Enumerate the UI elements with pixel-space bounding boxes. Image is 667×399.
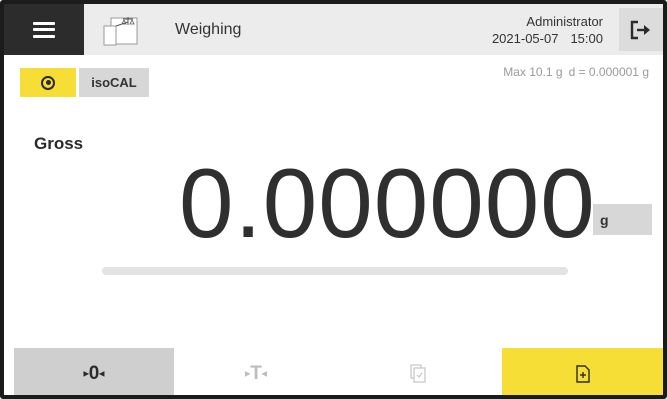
menu-button[interactable] (4, 4, 84, 55)
capacity-info: Max 10.1 g d = 0.000001 g (503, 65, 649, 79)
action-bar: ▸0◂ ▸T◂ (4, 348, 663, 395)
header-bar: Weighing Administrator 2021-05-07 15:00 (4, 4, 663, 55)
tare-icon: ▸T◂ (245, 362, 267, 384)
zero-button[interactable]: ▸0◂ (14, 348, 174, 395)
hamburger-menu-icon (33, 21, 55, 38)
capacity-max: Max 10.1 g (503, 65, 563, 79)
user-name: Administrator (526, 14, 603, 29)
user-info: Administrator 2021-05-07 15:00 (492, 13, 603, 47)
app-window: Weighing Administrator 2021-05-07 15:00 i… (0, 0, 667, 399)
readability: d = 0.000001 g (568, 65, 649, 79)
add-record-button[interactable] (502, 348, 663, 395)
copy-button[interactable] (338, 348, 498, 395)
level-button[interactable] (20, 68, 76, 97)
level-indicator-icon (41, 75, 55, 90)
scale-document-icon (103, 17, 138, 46)
datetime: 2021-05-07 15:00 (492, 30, 603, 47)
add-document-icon (575, 364, 590, 383)
capacity-bar (102, 267, 568, 275)
unit-selector[interactable]: g (593, 204, 652, 235)
zero-icon: ▸0◂ (83, 362, 105, 384)
tare-button[interactable]: ▸T◂ (176, 348, 336, 395)
copy-document-icon (410, 364, 426, 383)
gross-label: Gross (34, 134, 84, 153)
time-text: 15:00 (570, 31, 603, 46)
date-text: 2021-05-07 (491, 31, 559, 46)
iscal-button[interactable]: isoCAL (79, 68, 149, 97)
logout-arrow-icon (630, 20, 650, 39)
weight-value: 0.000000 (179, 148, 596, 258)
logout-button[interactable] (619, 8, 663, 51)
page-title: Weighing (175, 21, 242, 38)
